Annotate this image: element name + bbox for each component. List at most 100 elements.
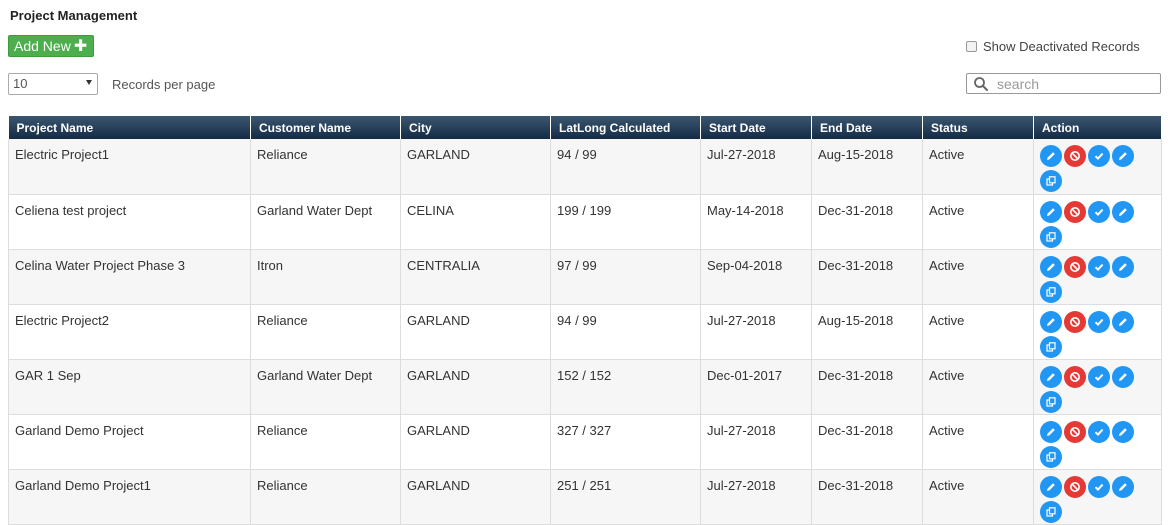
- approve-check-icon: [1094, 483, 1104, 491]
- edit-button[interactable]: [1112, 420, 1134, 443]
- city-cell: GARLAND: [400, 469, 551, 525]
- edit-icon: [1047, 482, 1055, 491]
- edit-button[interactable]: [1112, 200, 1134, 223]
- edit-icon: [1047, 262, 1055, 271]
- copy-icon: [1046, 176, 1056, 186]
- approve-button[interactable]: [1088, 255, 1110, 278]
- approve-check-icon: [1094, 373, 1104, 381]
- deactivate-icon: [1070, 426, 1080, 437]
- copy-button[interactable]: [1040, 390, 1062, 413]
- table-row: Garland Demo Project1 Reliance GARLAND 251 …: [8, 469, 1162, 525]
- action-cell: [1033, 194, 1162, 250]
- column-header-start-date[interactable]: Start Date: [700, 116, 812, 139]
- approve-button[interactable]: [1088, 475, 1110, 498]
- column-header-status[interactable]: Status: [922, 116, 1034, 139]
- column-header-customer-name[interactable]: Customer Name: [250, 116, 401, 139]
- edit-button[interactable]: [1112, 365, 1134, 388]
- edit-icon: [1047, 427, 1055, 436]
- latlong-cell: 199 / 199: [550, 194, 701, 250]
- approve-button[interactable]: [1088, 420, 1110, 443]
- action-buttons: [1040, 200, 1140, 248]
- action-cell: [1033, 469, 1162, 525]
- action-cell: [1033, 139, 1162, 195]
- edit-button[interactable]: [1040, 145, 1062, 167]
- copy-button[interactable]: [1040, 500, 1062, 523]
- action-buttons: [1040, 255, 1140, 303]
- table-row: Electric Project1 Reliance GARLAND 94 / 99 J…: [8, 139, 1162, 195]
- city-cell: CENTRALIA: [400, 249, 551, 305]
- copy-button[interactable]: [1040, 225, 1062, 248]
- edit-button[interactable]: [1040, 310, 1062, 333]
- latlong-cell: 97 / 99: [550, 249, 701, 305]
- edit-icon: [1047, 317, 1055, 326]
- status-cell: Active: [922, 359, 1034, 415]
- approve-check-icon: [1094, 428, 1104, 436]
- deactivate-button[interactable]: [1064, 200, 1086, 223]
- approve-check-icon: [1094, 263, 1104, 271]
- city-cell: GARLAND: [400, 139, 551, 195]
- customer-name-cell: Reliance: [250, 414, 401, 470]
- approve-check-icon: [1094, 208, 1104, 216]
- show-deactivated-checkbox[interactable]: [966, 41, 977, 52]
- project-name-cell: GAR 1 Sep: [8, 359, 251, 415]
- approve-button[interactable]: [1088, 310, 1110, 333]
- start-date-cell: Jul-27-2018: [700, 139, 812, 195]
- action-cell: [1033, 414, 1162, 470]
- search-input[interactable]: search: [966, 73, 1161, 94]
- deactivate-button[interactable]: [1064, 420, 1086, 443]
- copy-icon: [1046, 286, 1056, 297]
- start-date-cell: May-14-2018: [700, 194, 812, 250]
- approve-button[interactable]: [1088, 200, 1110, 223]
- latlong-cell: 94 / 99: [550, 304, 701, 360]
- copy-button[interactable]: [1040, 445, 1062, 468]
- deactivate-button[interactable]: [1064, 365, 1086, 388]
- page-title: Project Management: [10, 8, 138, 23]
- customer-name-cell: Reliance: [250, 469, 401, 525]
- table-row: Celina Water Project Phase 3 Itron CENTRAL…: [8, 249, 1162, 305]
- copy-button[interactable]: [1040, 280, 1062, 303]
- edit-button[interactable]: [1040, 200, 1062, 223]
- add-new-button[interactable]: Add New ✚: [8, 35, 94, 57]
- customer-name-cell: Reliance: [250, 304, 401, 360]
- deactivate-button[interactable]: [1064, 475, 1086, 498]
- approve-button[interactable]: [1088, 365, 1110, 388]
- deactivate-button[interactable]: [1064, 310, 1086, 333]
- edit-button[interactable]: [1112, 475, 1134, 498]
- edit-button[interactable]: [1040, 475, 1062, 498]
- records-per-page-select[interactable]: 10: [8, 73, 98, 95]
- column-header-latlong[interactable]: LatLong Calculated: [550, 116, 701, 139]
- customer-name-cell: Garland Water Dept: [250, 194, 401, 250]
- copy-button[interactable]: [1040, 335, 1062, 358]
- city-cell: GARLAND: [400, 414, 551, 470]
- deactivate-button[interactable]: [1064, 255, 1086, 278]
- edit-button[interactable]: [1112, 255, 1134, 278]
- customer-name-cell: Garland Water Dept: [250, 359, 401, 415]
- deactivate-button[interactable]: [1064, 145, 1086, 167]
- show-deactivated-toggle[interactable]: Show Deactivated Records: [966, 39, 1140, 54]
- end-date-cell: Aug-15-2018: [811, 304, 923, 360]
- latlong-cell: 94 / 99: [550, 139, 701, 195]
- project-name-cell: Celiena test project: [8, 194, 251, 250]
- action-buttons: [1040, 310, 1140, 358]
- copy-button[interactable]: [1040, 170, 1062, 192]
- customer-name-cell: Itron: [250, 249, 401, 305]
- edit-button[interactable]: [1040, 365, 1062, 388]
- show-deactivated-label: Show Deactivated Records: [983, 39, 1140, 54]
- latlong-cell: 152 / 152: [550, 359, 701, 415]
- customer-name-cell: Reliance: [250, 139, 401, 195]
- projects-table: Project Name Customer Name City LatLong …: [8, 116, 1162, 525]
- table-row: Electric Project2 Reliance GARLAND 94 / 99 J…: [8, 304, 1162, 360]
- project-name-cell: Electric Project1: [8, 139, 251, 195]
- edit-button[interactable]: [1112, 310, 1134, 333]
- status-cell: Active: [922, 249, 1034, 305]
- copy-icon: [1046, 451, 1056, 462]
- edit-button[interactable]: [1112, 145, 1134, 167]
- column-header-project-name[interactable]: Project Name: [8, 116, 251, 139]
- column-header-city[interactable]: City: [400, 116, 551, 139]
- approve-button[interactable]: [1088, 145, 1110, 167]
- records-per-page-label: Records per page: [112, 77, 216, 92]
- edit-button[interactable]: [1040, 420, 1062, 443]
- edit-button[interactable]: [1040, 255, 1062, 278]
- column-header-end-date[interactable]: End Date: [811, 116, 923, 139]
- column-header-action: Action: [1033, 116, 1162, 139]
